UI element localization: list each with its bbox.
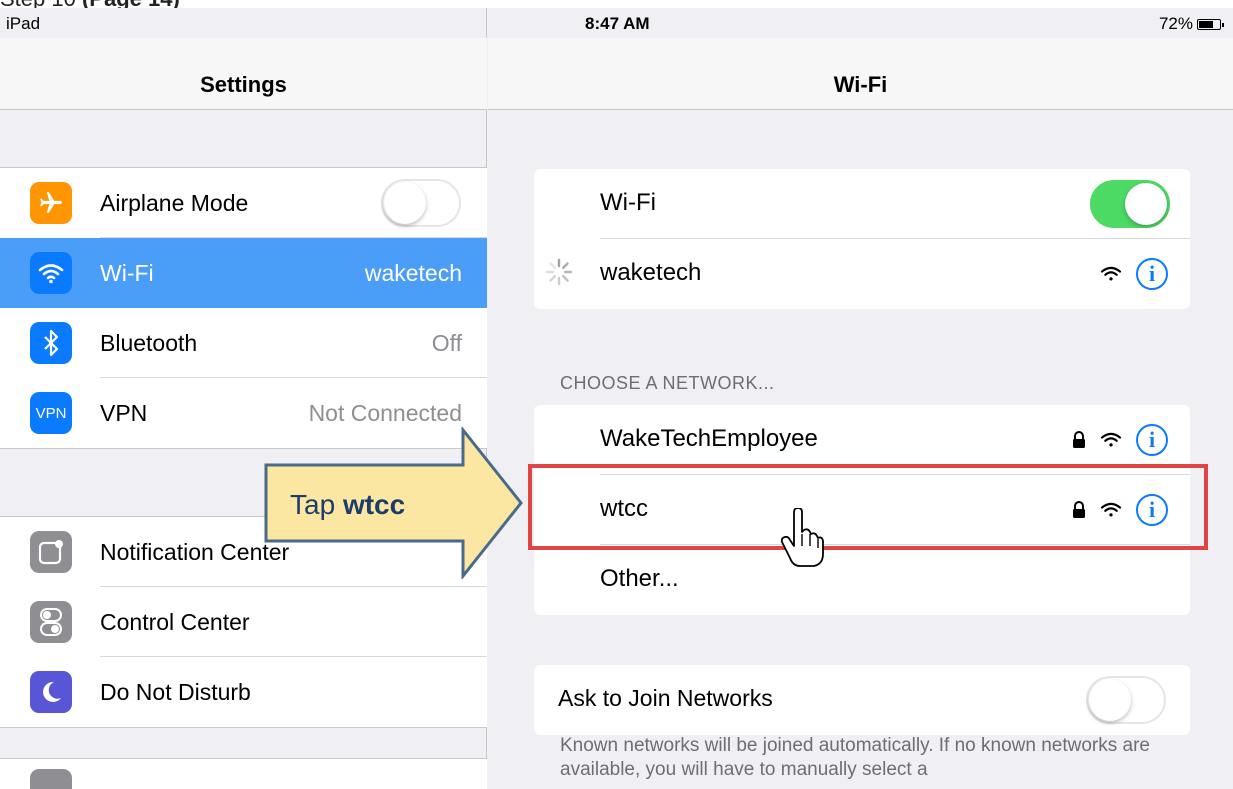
settings-item-label: Notification Center [100, 538, 290, 565]
hand-pointer-icon [780, 508, 824, 567]
wifi-toggle-row: Wi-Fi [534, 169, 1190, 239]
wifi-title: Wi-Fi [833, 72, 888, 97]
ask-to-join-card: Ask to Join Networks [534, 665, 1190, 735]
wifi-signal-icon [1100, 266, 1122, 281]
choose-network-header: CHOOSE A NETWORK... [560, 373, 775, 393]
wifi-signal-icon [1100, 432, 1122, 447]
settings-item-value: Off [431, 329, 462, 356]
wifi-icon [30, 252, 72, 294]
battery-icon [1197, 18, 1224, 30]
settings-item-label: Airplane Mode [100, 189, 249, 216]
control-center-icon [30, 601, 72, 643]
settings-item-value: waketech [364, 259, 462, 286]
wtcc-highlight-box [528, 464, 1208, 550]
wifi-pane: Wi-Fi Wi-Fi waketech i CHOOSE A NETWORK.… [488, 8, 1233, 789]
lock-icon [1073, 431, 1085, 448]
network-row-other[interactable]: Other... [534, 545, 1190, 615]
ask-to-join-description: Known networks will be joined automatica… [560, 735, 1150, 780]
settings-item-value: Not Connected [308, 399, 462, 426]
wifi-status-card: Wi-Fi waketech i [534, 169, 1190, 309]
settings-item-airplane-mode[interactable]: Airplane Mode [0, 168, 487, 238]
info-icon[interactable]: i [1136, 258, 1168, 290]
bluetooth-icon [30, 322, 72, 364]
toggle-knob [1125, 183, 1167, 225]
settings-group-next [0, 758, 487, 789]
moon-icon [30, 671, 72, 713]
settings-item-label: Do Not Disturb [100, 678, 251, 705]
settings-item-label: Bluetooth [100, 329, 198, 356]
airplane-icon [30, 182, 72, 224]
ipad-screen: Settings Airplane Mode Wi-Fi waketech Bl… [0, 8, 1233, 789]
toggle-knob [1089, 679, 1131, 721]
device-name: iPad [6, 14, 41, 33]
connected-network-row[interactable]: waketech i [534, 239, 1190, 309]
notification-center-icon [30, 531, 72, 573]
battery-fill [1199, 20, 1214, 28]
loading-spinner-icon [545, 258, 573, 286]
settings-pane: Settings Airplane Mode Wi-Fi waketech Bl… [0, 8, 487, 789]
airplane-mode-toggle[interactable] [381, 179, 461, 227]
settings-item-wifi[interactable]: Wi-Fi waketech [0, 238, 487, 308]
vpn-icon: VPN [30, 392, 72, 434]
wifi-toggle-label: Wi-Fi [600, 189, 656, 216]
battery-percent: 72% [1158, 14, 1193, 33]
settings-group-connectivity: Airplane Mode Wi-Fi waketech Bluetooth O… [0, 167, 487, 449]
settings-title: Settings [200, 72, 287, 97]
settings-item-control-center[interactable]: Control Center [0, 587, 487, 657]
battery-status: 72% [1158, 14, 1224, 34]
other-network-label: Other... [600, 565, 679, 592]
settings-item-label: Control Center [100, 608, 250, 635]
info-icon[interactable]: i [1136, 424, 1168, 456]
settings-item-label: VPN [100, 399, 148, 426]
connected-network-name: waketech [600, 259, 702, 286]
settings-nav-bar: Settings [0, 38, 487, 110]
wifi-nav-bar: Wi-Fi [488, 38, 1233, 110]
callout-text: Tap wtcc [290, 489, 406, 520]
ask-to-join-toggle[interactable] [1086, 676, 1166, 724]
clock: 8:47 AM [585, 14, 650, 33]
network-name: WakeTechEmployee [600, 425, 818, 452]
ask-to-join-label: Ask to Join Networks [558, 685, 773, 711]
settings-item-do-not-disturb[interactable]: Do Not Disturb [0, 657, 487, 727]
settings-item-bluetooth[interactable]: Bluetooth Off [0, 308, 487, 378]
settings-item-label: Wi-Fi [100, 259, 154, 286]
general-icon [30, 769, 72, 789]
toggle-knob [384, 182, 426, 224]
wifi-toggle[interactable] [1090, 180, 1170, 228]
status-bar: iPad 8:47 AM 72% [0, 8, 1233, 38]
